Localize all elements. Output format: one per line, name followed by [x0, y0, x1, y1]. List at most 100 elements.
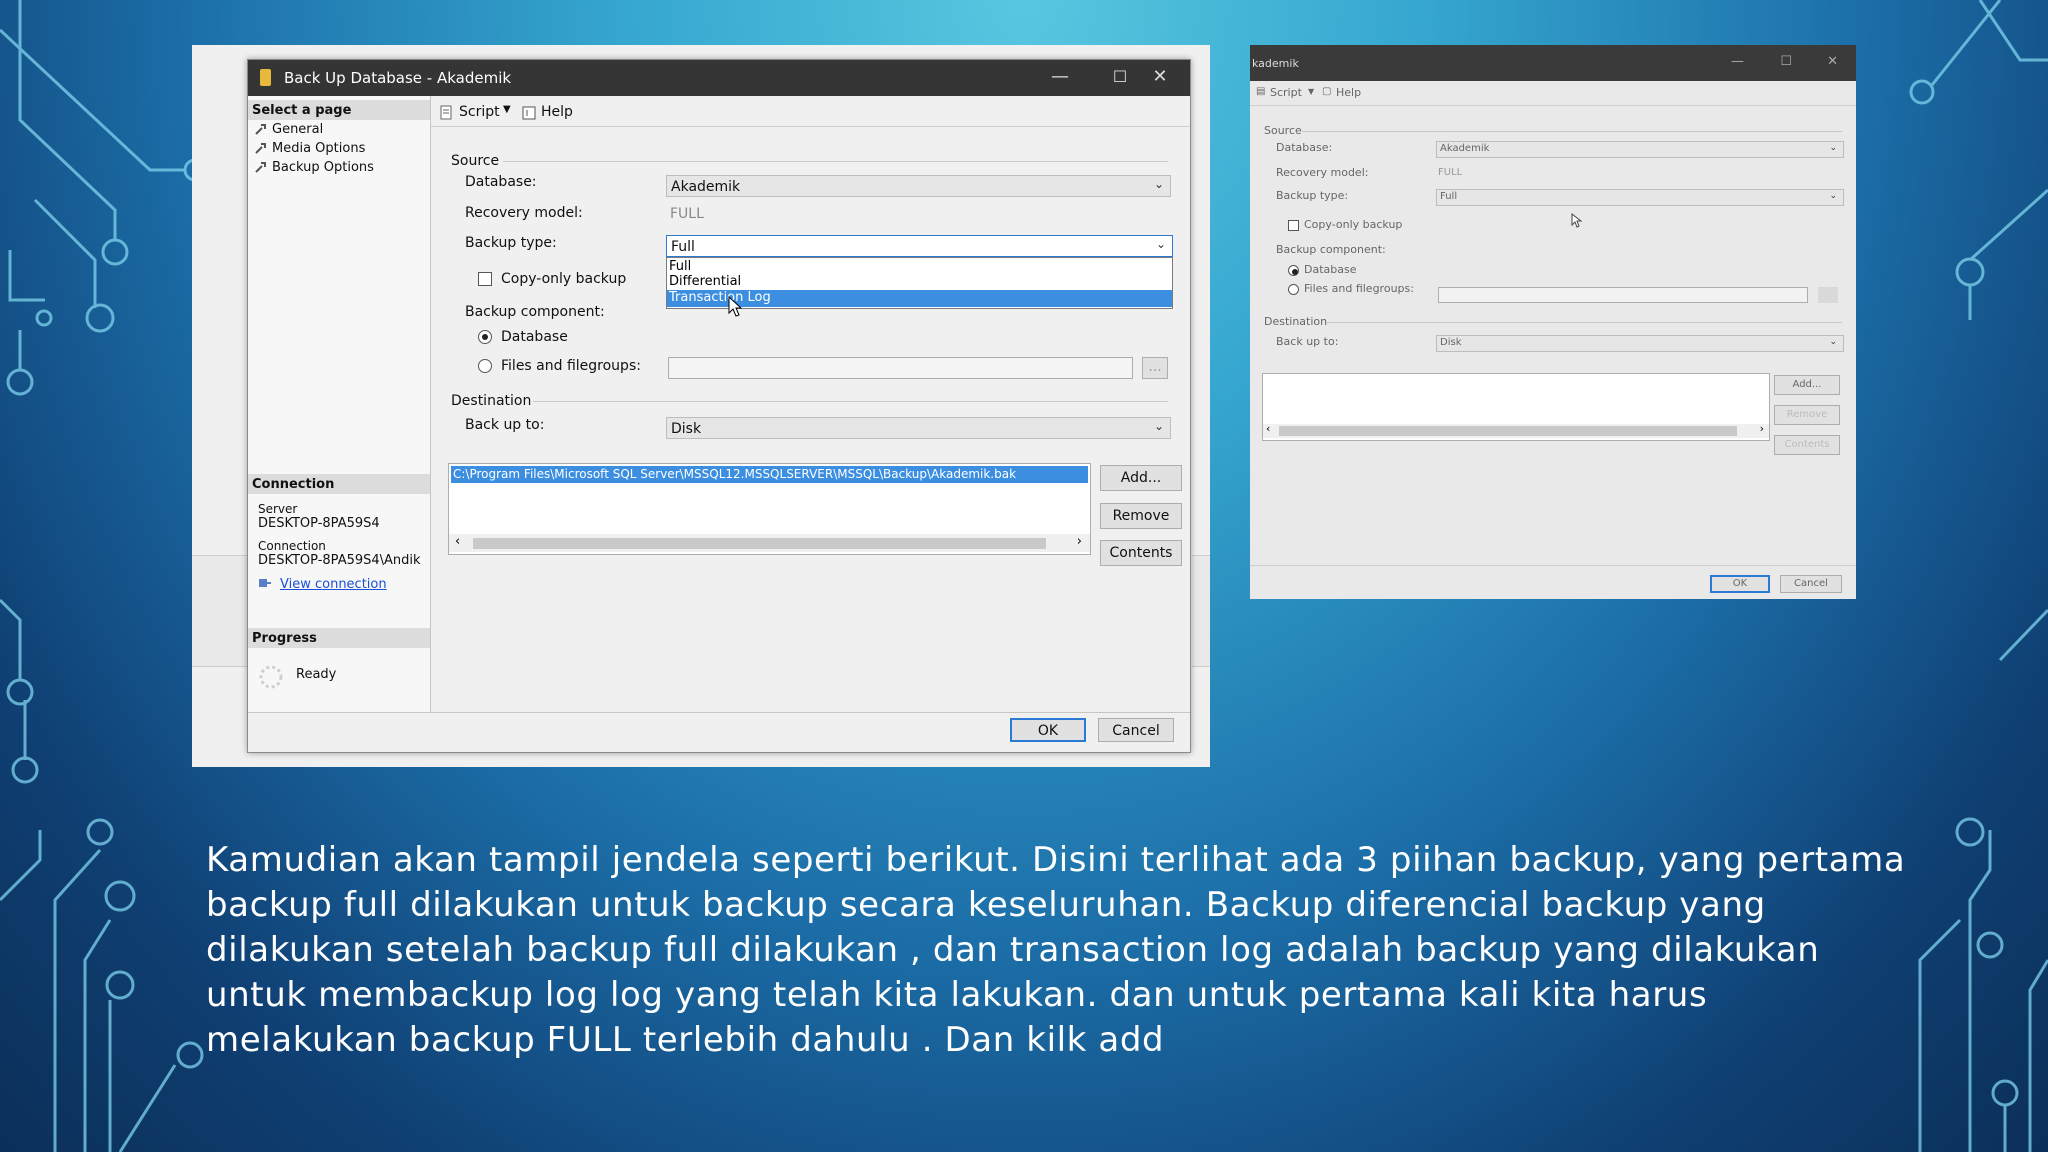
radio-database-label: Database [1304, 263, 1357, 276]
script-dropdown-icon[interactable]: ▼ [1308, 87, 1314, 96]
copy-only-label: Copy-only backup [1304, 218, 1403, 231]
scroll-thumb[interactable] [1279, 426, 1737, 436]
recovery-model-label: Recovery model: [465, 205, 583, 221]
radio-files-label: Files and filegroups: [501, 358, 641, 374]
left-pane: Select a page General Media Options Back… [248, 96, 431, 712]
minimize-button[interactable]: — [1731, 54, 1744, 69]
radio-files-filegroups[interactable] [478, 359, 492, 373]
script-button[interactable]: Script [459, 104, 500, 120]
add-button[interactable]: Add... [1774, 375, 1840, 395]
radio-database[interactable] [1288, 265, 1299, 276]
destination-list[interactable]: C:\Program Files\Microsoft SQL Server\MS… [448, 463, 1091, 555]
copy-only-checkbox[interactable] [478, 272, 492, 286]
backup-type-combo[interactable]: Full ⌄ [666, 235, 1173, 257]
destination-group-label: Destination [1264, 315, 1328, 328]
close-button[interactable]: ✕ [1140, 64, 1180, 90]
script-button[interactable]: Script [1270, 86, 1302, 99]
help-button[interactable]: Help [541, 104, 573, 120]
dialog-title: Back Up Database - Akademik [284, 69, 512, 87]
database-label: Database: [1276, 141, 1333, 154]
script-icon [440, 105, 452, 120]
chevron-down-icon: ⌄ [1829, 143, 1837, 153]
source-divider [503, 161, 1168, 162]
connection-value: DESKTOP-8PA59S4\Andik [258, 553, 421, 568]
dialog-title: kademik [1252, 57, 1299, 70]
back-up-to-label: Back up to: [465, 417, 545, 433]
back-up-to-combo[interactable]: Disk ⌄ [1436, 335, 1844, 352]
mouse-cursor-icon [728, 296, 743, 317]
connection-header: Connection [248, 474, 430, 494]
footer-divider [248, 712, 1190, 713]
mouse-cursor-icon [1571, 213, 1583, 228]
scroll-right-icon[interactable]: › [1760, 422, 1764, 435]
script-icon: ▤ [1256, 86, 1266, 97]
screenshot-secondary: kademik — ☐ ✕ ▤ Script ▼ ▢ Help Source D… [1250, 45, 1856, 599]
radio-files-filegroups[interactable] [1288, 284, 1299, 295]
backup-type-label: Backup type: [465, 235, 557, 251]
option-differential[interactable]: Differential [669, 274, 741, 289]
slide-caption: Kamudian akan tampil jendela seperti ber… [206, 840, 1906, 1060]
filegroups-browse-button[interactable]: ... [1142, 357, 1168, 379]
view-connection-link[interactable]: View connection [280, 577, 387, 592]
source-group-label: Source [1264, 124, 1302, 137]
option-full[interactable]: Full [669, 259, 691, 274]
minimize-button[interactable]: — [1040, 64, 1080, 90]
filegroups-input[interactable] [668, 357, 1133, 379]
chevron-down-icon: ⌄ [1829, 337, 1837, 347]
chevron-down-icon: ⌄ [1153, 419, 1164, 433]
select-page-header: Select a page [248, 100, 430, 120]
filegroups-browse-button[interactable] [1818, 287, 1838, 303]
scroll-left-icon[interactable]: ‹ [455, 534, 460, 549]
dialog-toolbar: Script ▼ Help [431, 96, 1190, 127]
radio-database[interactable] [478, 330, 492, 344]
scroll-left-icon[interactable]: ‹ [1266, 422, 1270, 435]
page-label-media-options: Media Options [272, 141, 366, 156]
help-button[interactable]: Help [1336, 86, 1361, 99]
ok-button[interactable]: OK [1710, 575, 1770, 593]
maximize-button[interactable]: ☐ [1100, 64, 1140, 90]
back-up-to-label: Back up to: [1276, 335, 1339, 348]
cancel-button[interactable]: Cancel [1098, 718, 1174, 742]
cancel-button[interactable]: Cancel [1780, 575, 1842, 593]
backup-type-label: Backup type: [1276, 189, 1349, 202]
destination-list[interactable]: ‹ › [1262, 373, 1770, 441]
filegroups-input[interactable] [1438, 287, 1808, 303]
chevron-down-icon: ⌄ [1153, 177, 1164, 191]
destination-divider [533, 401, 1168, 402]
remove-button[interactable]: Remove [1100, 503, 1182, 529]
scroll-thumb[interactable] [473, 538, 1046, 549]
help-icon [522, 106, 536, 120]
database-combo[interactable]: Akademik ⌄ [1436, 141, 1844, 158]
source-group-label: Source [451, 153, 500, 169]
database-value: Akademik [671, 179, 741, 195]
copy-only-label: Copy-only backup [501, 271, 627, 287]
copy-only-checkbox[interactable] [1288, 220, 1299, 231]
database-label: Database: [465, 174, 537, 190]
horizontal-scrollbar[interactable]: ‹ › [1263, 422, 1769, 438]
footer-divider [1250, 565, 1856, 566]
back-up-to-combo[interactable]: Disk ⌄ [666, 417, 1171, 439]
progress-status: Ready [296, 667, 337, 682]
wrench-icon [255, 143, 266, 154]
backup-component-label: Backup component: [1276, 243, 1386, 256]
server-value: DESKTOP-8PA59S4 [258, 516, 380, 531]
database-combo[interactable]: Akademik ⌄ [666, 175, 1171, 197]
horizontal-scrollbar[interactable]: ‹ › [449, 534, 1090, 552]
scroll-right-icon[interactable]: › [1077, 534, 1082, 549]
contents-button[interactable]: Contents [1100, 540, 1182, 566]
wrench-icon [255, 162, 266, 173]
backup-type-combo[interactable]: Full ⌄ [1436, 189, 1844, 206]
destination-path-item[interactable]: C:\Program Files\Microsoft SQL Server\MS… [451, 466, 1088, 483]
background-panel-right [1192, 555, 1210, 667]
remove-button[interactable]: Remove [1774, 405, 1840, 425]
connection-icon [259, 579, 271, 587]
server-label: Server [258, 502, 298, 516]
ok-button[interactable]: OK [1010, 718, 1086, 742]
add-button[interactable]: Add... [1100, 465, 1182, 491]
script-dropdown-icon[interactable]: ▼ [503, 104, 511, 115]
close-button[interactable]: ✕ [1827, 54, 1838, 69]
contents-button[interactable]: Contents [1774, 435, 1840, 455]
maximize-button[interactable]: ☐ [1780, 54, 1792, 69]
screenshot-main: Back Up Database - Akademik — ☐ ✕ Select… [192, 45, 1210, 767]
backup-type-value: Full [671, 239, 695, 255]
